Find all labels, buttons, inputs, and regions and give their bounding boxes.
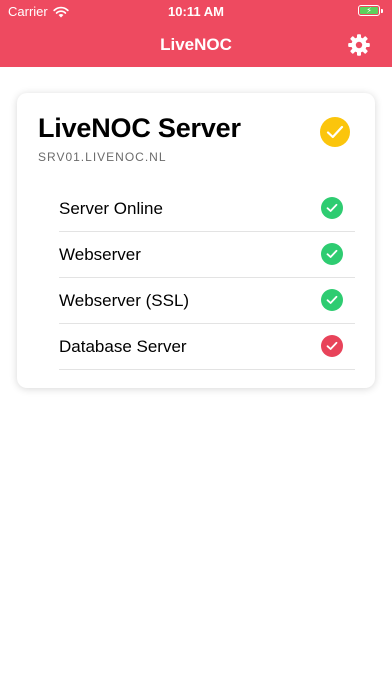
service-label: Database Server [59,336,187,356]
server-card[interactable]: LiveNOC Server SRV01.LIVENOC.NL Server O… [17,93,375,388]
status-bar: Carrier 10:11 AM ⚡ [0,0,392,22]
service-label: Server Online [59,198,163,218]
server-name: LiveNOC Server [38,113,241,143]
overall-status-icon [320,117,350,147]
service-check-list: Server Online Webserver Webserver (SSL) [59,186,355,370]
server-hostname: SRV01.LIVENOC.NL [38,150,167,164]
status-time: 10:11 AM [168,4,224,19]
app-header: Carrier 10:11 AM ⚡ LiveNOC [0,0,392,67]
check-icon [326,203,338,212]
bolt-icon: ⚡ [366,5,372,15]
status-ok-icon [321,289,343,311]
service-label: Webserver [59,244,141,264]
service-label: Webserver (SSL) [59,290,190,310]
settings-button[interactable] [346,32,372,58]
status-error-icon [321,335,343,357]
list-item[interactable]: Webserver (SSL) [59,278,355,324]
status-ok-icon [321,243,343,265]
battery-charging-icon: ⚡ [358,5,383,16]
check-icon [326,125,344,139]
list-item[interactable]: Webserver [59,232,355,278]
page-title: LiveNOC [160,35,232,54]
check-icon [326,295,338,304]
check-icon [326,249,338,258]
check-icon [326,341,338,350]
gear-icon [348,34,370,56]
list-item[interactable]: Server Online [59,186,355,232]
status-ok-icon [321,197,343,219]
list-item[interactable]: Database Server [59,324,355,370]
